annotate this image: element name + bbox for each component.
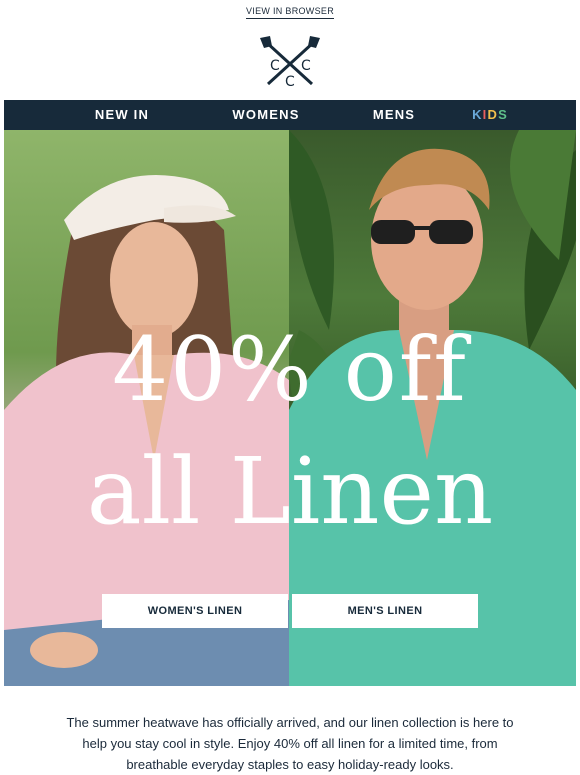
kids-label-letter: D	[487, 107, 499, 122]
nav-item-new-in[interactable]: NEW IN	[72, 100, 172, 130]
mens-linen-button[interactable]: MEN'S LINEN	[292, 594, 478, 628]
kids-label-letter: S	[498, 107, 508, 122]
logo-letter: C	[270, 58, 280, 74]
hero-headline-line-1: 40% off	[112, 318, 468, 421]
logo-letter: C	[301, 58, 311, 74]
intro-paragraph: The summer heatwave has officially arriv…	[66, 715, 514, 772]
nav-item-kids[interactable]: KIDS	[460, 100, 520, 130]
logo-letter: C	[285, 74, 295, 90]
view-in-browser-link-wrap: VIEW IN BROWSER	[0, 6, 580, 19]
kids-label-letter: K	[472, 107, 483, 122]
email-header: VIEW IN BROWSER C C C	[0, 0, 580, 100]
hero-headline-line-2: all Linen	[86, 438, 494, 545]
view-in-browser-link[interactable]: VIEW IN BROWSER	[245, 6, 334, 19]
nav-item-womens[interactable]: WOMENS	[212, 100, 320, 130]
hero-banner[interactable]: 40% off all Linen WOMEN'S LINEN MEN'S LI…	[4, 130, 576, 686]
nav-item-mens[interactable]: MENS	[354, 100, 434, 130]
crossed-oars-logo-icon[interactable]: C C C	[256, 34, 324, 90]
womens-linen-button[interactable]: WOMEN'S LINEN	[102, 594, 288, 628]
main-navigation: NEW IN WOMENS MENS KIDS	[4, 100, 576, 130]
